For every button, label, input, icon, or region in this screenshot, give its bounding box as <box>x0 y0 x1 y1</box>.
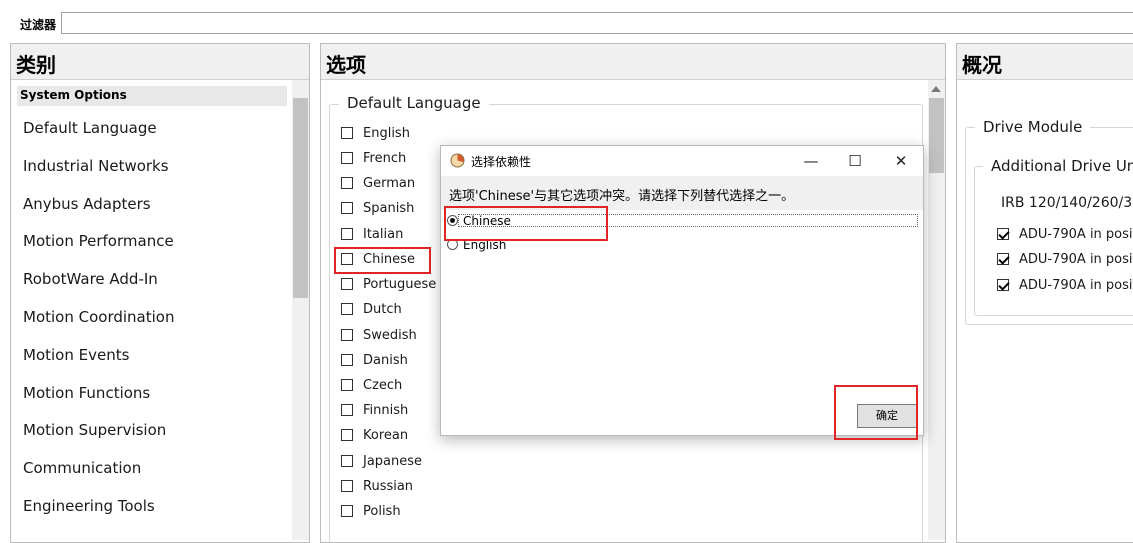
language-option-portuguese[interactable]: Portuguese <box>341 277 436 295</box>
adu-label: ADU-790A in positi <box>1019 252 1133 267</box>
checkbox-icon[interactable] <box>341 126 353 139</box>
checkbox-checked-icon[interactable] <box>997 278 1009 291</box>
category-item[interactable]: Anybus Adapters <box>23 195 151 213</box>
adu-label: ADU-790A in positi <box>1019 278 1133 293</box>
options-title: 选项 <box>326 53 366 77</box>
dialog-message-bar: 选项'Chinese'与其它选项冲突。请选择下列替代选择之一。 <box>441 176 923 210</box>
additional-drive-title: Additional Drive Unit <box>983 157 1133 175</box>
language-option-korean[interactable]: Korean <box>341 428 408 446</box>
overview-panel: 概况 Drive Module Additional Drive Unit IR… <box>956 43 1133 543</box>
default-language-title: Default Language <box>339 94 489 112</box>
options-header: 选项 <box>321 44 945 80</box>
checkbox-icon[interactable] <box>341 353 353 366</box>
close-icon[interactable]: ✕ <box>891 151 911 171</box>
language-label: Polish <box>363 504 401 519</box>
category-item[interactable]: RobotWare Add-In <box>23 270 158 288</box>
category-item[interactable]: Engineering Tools <box>23 497 155 515</box>
category-item[interactable]: Industrial Networks <box>23 157 169 175</box>
scroll-up-icon[interactable] <box>931 86 941 92</box>
language-label: Swedish <box>363 328 417 343</box>
checkbox-checked-icon[interactable] <box>997 252 1009 265</box>
language-option-french[interactable]: French <box>341 151 406 169</box>
category-item[interactable]: Motion Performance <box>23 232 174 250</box>
language-label: Russian <box>363 479 414 494</box>
language-option-polish[interactable]: Polish <box>341 504 401 522</box>
language-label: French <box>363 151 407 166</box>
minimize-icon[interactable]: — <box>801 151 821 171</box>
category-selected-label: System Options <box>20 88 127 102</box>
checkbox-icon[interactable] <box>341 428 353 441</box>
checkbox-icon[interactable] <box>341 479 353 492</box>
category-panel: 类别 System Options Default Language Indus… <box>10 43 310 543</box>
language-label: Korean <box>363 428 409 443</box>
language-label: Czech <box>363 378 403 393</box>
category-title: 类别 <box>16 53 56 77</box>
adu-item[interactable]: ADU-790A in positi <box>997 227 1133 245</box>
checkbox-icon[interactable] <box>341 176 353 189</box>
category-scroll-thumb[interactable] <box>293 98 308 298</box>
checkbox-icon[interactable] <box>341 403 353 416</box>
checkbox-icon[interactable] <box>341 151 353 164</box>
category-item[interactable]: Motion Supervision <box>23 421 166 439</box>
options-scroll-thumb[interactable] <box>929 98 944 173</box>
filter-label: 过滤器 <box>20 18 57 32</box>
highlight-ok-button <box>834 385 918 440</box>
filter-input[interactable] <box>61 12 1133 34</box>
category-header: 类别 <box>11 44 309 80</box>
dialog-titlebar: 选择依赖性 — ☐ ✕ <box>441 146 923 176</box>
checkbox-icon[interactable] <box>341 227 353 240</box>
checkbox-icon[interactable] <box>341 201 353 214</box>
highlight-chinese-option <box>334 247 431 274</box>
language-option-italian[interactable]: Italian <box>341 227 403 245</box>
overview-header: 概况 <box>957 44 1133 80</box>
category-item[interactable]: Motion Coordination <box>23 308 174 326</box>
app-icon <box>450 153 465 168</box>
category-item[interactable]: Motion Events <box>23 346 129 364</box>
language-option-english[interactable]: English <box>341 126 410 144</box>
checkbox-checked-icon[interactable] <box>997 227 1009 240</box>
language-label: Finnish <box>363 403 409 418</box>
language-label: Italian <box>363 227 404 242</box>
category-item[interactable]: Communication <box>23 459 141 477</box>
language-option-japanese[interactable]: Japanese <box>341 454 422 472</box>
language-option-russian[interactable]: Russian <box>341 479 413 497</box>
category-selected-system-options[interactable]: System Options <box>17 86 287 106</box>
language-label: Portuguese <box>363 277 437 292</box>
overview-title: 概况 <box>962 53 1002 77</box>
adu-label: ADU-790A in positi <box>1019 227 1133 242</box>
maximize-icon[interactable]: ☐ <box>845 151 865 171</box>
adu-item[interactable]: ADU-790A in positi <box>997 252 1133 270</box>
irb-title: IRB 120/140/260/36 <box>993 195 1133 211</box>
language-option-spanish[interactable]: Spanish <box>341 201 414 219</box>
language-option-danish[interactable]: Danish <box>341 353 408 371</box>
adu-item[interactable]: ADU-790A in positi <box>997 278 1133 296</box>
language-option-dutch[interactable]: Dutch <box>341 302 402 320</box>
options-scrollbar[interactable] <box>928 80 945 540</box>
checkbox-icon[interactable] <box>341 504 353 517</box>
language-option-czech[interactable]: Czech <box>341 378 402 396</box>
language-label: Japanese <box>363 454 423 469</box>
language-label: Danish <box>363 353 408 368</box>
language-label: Spanish <box>363 201 415 216</box>
category-item[interactable]: Motion Functions <box>23 384 150 402</box>
drive-module-title: Drive Module <box>975 118 1091 136</box>
dialog-message: 选项'Chinese'与其它选项冲突。请选择下列替代选择之一。 <box>449 189 795 204</box>
category-scrollbar[interactable] <box>292 80 309 540</box>
language-option-finnish[interactable]: Finnish <box>341 403 408 421</box>
language-label: English <box>363 126 410 141</box>
checkbox-icon[interactable] <box>341 328 353 341</box>
language-label: Dutch <box>363 302 402 317</box>
checkbox-icon[interactable] <box>341 302 353 315</box>
language-label: German <box>363 176 416 191</box>
highlight-chinese-radio <box>444 206 608 241</box>
checkbox-icon[interactable] <box>341 378 353 391</box>
checkbox-icon[interactable] <box>341 454 353 467</box>
language-option-swedish[interactable]: Swedish <box>341 328 417 346</box>
checkbox-icon[interactable] <box>341 277 353 290</box>
dialog-title: 选择依赖性 <box>471 155 532 169</box>
language-option-german[interactable]: German <box>341 176 415 194</box>
category-item[interactable]: Default Language <box>23 119 157 137</box>
